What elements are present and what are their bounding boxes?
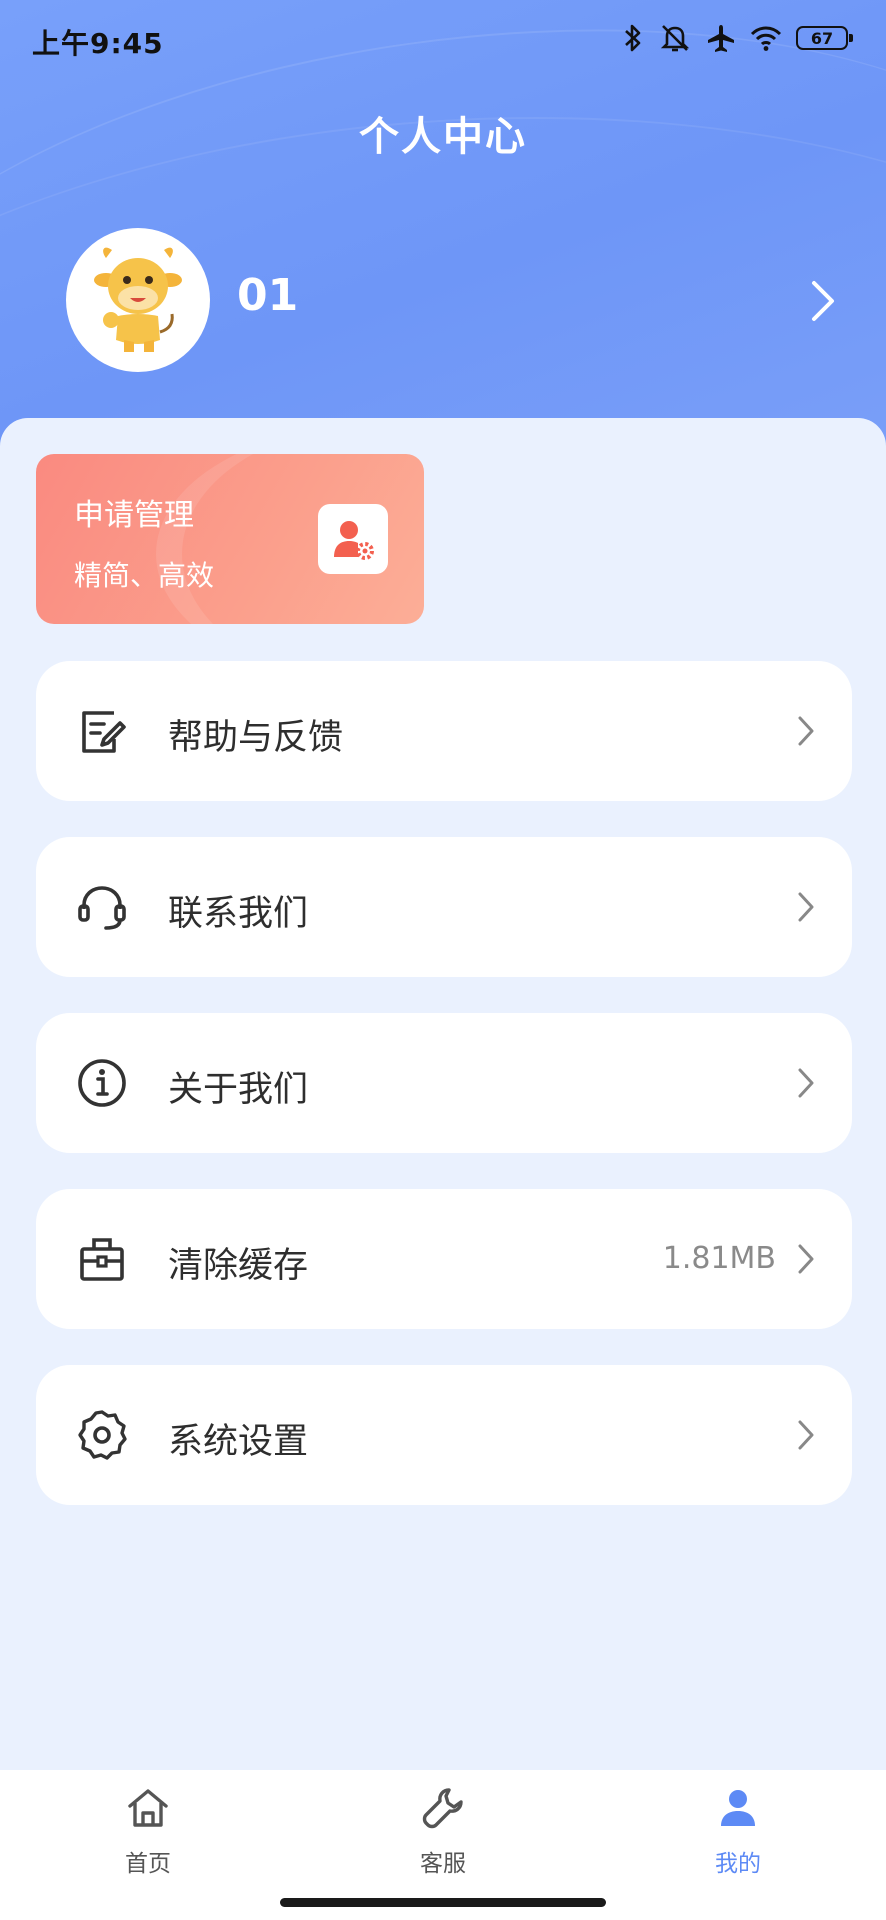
menu-label: 关于我们	[168, 1070, 309, 1110]
gear-icon	[78, 1410, 127, 1460]
menu-item-clear-cache[interactable]: 清除缓存 1.81MB	[36, 1189, 852, 1329]
status-bar: 上午9:45 67	[0, 0, 886, 80]
apply-management-card[interactable]: 申请管理 精简、高效	[36, 454, 424, 624]
menu-item-help-feedback[interactable]: 帮助与反馈	[36, 661, 852, 801]
apply-icon-box	[318, 504, 388, 574]
menu-item-system-settings[interactable]: 系统设置	[36, 1365, 852, 1505]
menu-label: 联系我们	[168, 894, 309, 934]
home-indicator	[280, 1898, 606, 1907]
battery-level: 67	[810, 28, 834, 48]
status-icons: 67	[622, 22, 853, 54]
wifi-icon	[750, 26, 782, 51]
toolbox-icon	[80, 1238, 124, 1281]
chevron-right-icon	[798, 716, 814, 746]
tab-label: 客服	[420, 1851, 466, 1877]
bluetooth-icon	[625, 24, 641, 52]
home-icon	[128, 1789, 168, 1827]
tab-mine[interactable]: 我的	[638, 1770, 838, 1890]
profile-chevron-icon[interactable]	[808, 279, 838, 323]
tab-label: 首页	[125, 1851, 171, 1877]
menu-item-contact-us[interactable]: 联系我们	[36, 837, 852, 977]
info-icon	[78, 1059, 126, 1107]
cow-mascot-icon	[94, 247, 182, 352]
tab-label: 我的	[715, 1851, 761, 1877]
wrench-icon	[422, 1788, 463, 1829]
apply-card-title: 申请管理	[74, 498, 194, 533]
menu-label: 帮助与反馈	[168, 718, 344, 758]
tab-home[interactable]: 首页	[48, 1770, 248, 1890]
battery-icon: 67	[796, 26, 853, 50]
cache-size: 1.81MB	[662, 1241, 776, 1276]
chevron-right-icon	[798, 1244, 814, 1274]
avatar[interactable]	[66, 228, 210, 372]
headset-icon	[78, 886, 126, 930]
username[interactable]: 01	[237, 270, 298, 321]
menu-label: 清除缓存	[168, 1246, 309, 1286]
mute-bell-icon	[660, 25, 690, 52]
chevron-right-icon	[798, 1420, 814, 1450]
apply-card-subtitle: 精简、高效	[74, 559, 215, 592]
feedback-icon	[82, 711, 126, 753]
menu-label: 系统设置	[168, 1422, 309, 1462]
user-settings-icon	[334, 521, 374, 560]
menu-item-about-us[interactable]: 关于我们	[36, 1013, 852, 1153]
page-title: 个人中心	[359, 114, 527, 160]
chevron-right-icon	[798, 892, 814, 922]
airplane-icon	[708, 25, 734, 52]
chevron-right-icon	[798, 1068, 814, 1098]
profile-header: 上午9:45 67 个人中心 01	[0, 0, 886, 470]
tab-customer-service[interactable]: 客服	[343, 1770, 543, 1890]
status-time: 上午9:45	[32, 27, 164, 60]
user-icon	[721, 1790, 755, 1826]
